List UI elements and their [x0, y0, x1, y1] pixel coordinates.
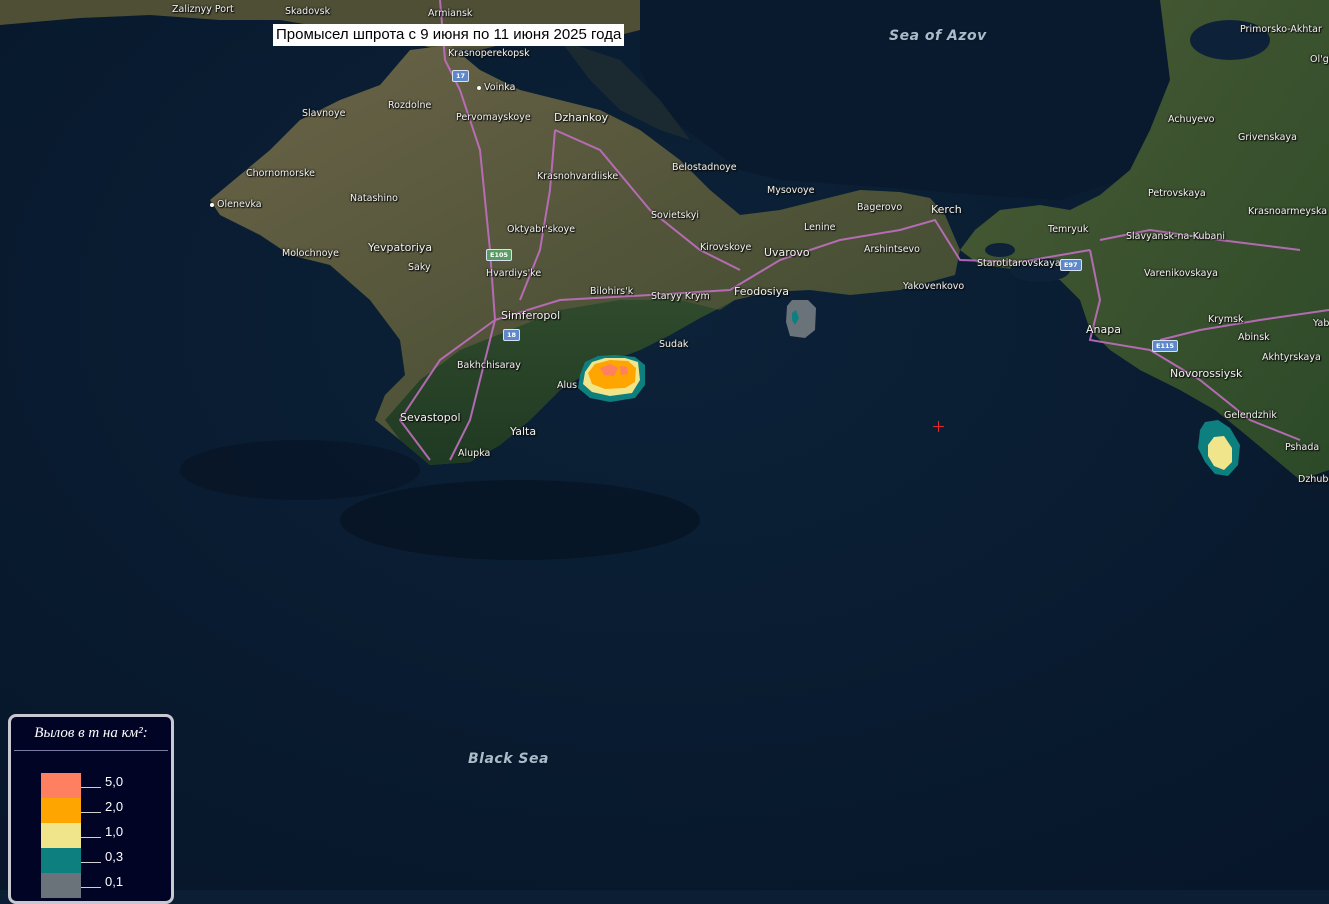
legend-swatch	[41, 848, 81, 873]
place-oktyabrskoye: Oktyabr'skoye	[507, 224, 576, 235]
legend-item: 0,1	[41, 873, 161, 898]
place-abinsk: Abinsk	[1238, 332, 1270, 343]
legend-label: 2,0	[105, 799, 124, 814]
road-shield-18: 18	[503, 329, 521, 341]
sea-label-azov: Sea of Azov	[889, 28, 987, 44]
place-arshintsevo: Arshintsevo	[864, 244, 920, 255]
place-pshada: Pshada	[1285, 442, 1320, 453]
place-uvarovo: Uvarovo	[764, 246, 810, 259]
place-achuyevo: Achuyevo	[1168, 114, 1215, 125]
place-chornomorske: Chornomorske	[246, 168, 315, 179]
place-dzhubga: Dzhubg	[1298, 474, 1329, 485]
road-shield-e105: E105	[486, 249, 513, 261]
place-simferopol: Simferopol	[501, 309, 561, 322]
place-kerch: Kerch	[931, 203, 962, 216]
place-yevpatoriya: Yevpatoriya	[368, 241, 433, 254]
place-belostadnoye: Belostadnoye	[672, 162, 737, 173]
catch-zone-feodosiya	[786, 300, 816, 338]
taman-lagoon	[985, 243, 1015, 257]
place-kirovskoye: Kirovskoye	[700, 242, 752, 253]
place-mysovoye: Mysovoye	[767, 185, 815, 196]
place-olenevka: Olenevka	[210, 199, 262, 210]
place-krasnoperekopsk: Krasnoperekopsk	[448, 48, 530, 59]
legend-divider	[81, 837, 101, 838]
legend-divider	[81, 862, 101, 863]
legend-label: 1,0	[105, 824, 124, 839]
legend-swatch	[41, 873, 81, 898]
place-natashino: Natashino	[350, 193, 398, 204]
catch-zone-alushta	[578, 355, 645, 402]
place-pervomayskoye: Pervomayskoye	[456, 112, 531, 123]
place-molochnoye: Molochnoye	[282, 248, 340, 259]
map-title: Промысел шпрота с 9 июня по 11 июня 2025…	[273, 24, 625, 46]
map-canvas[interactable]	[0, 0, 1329, 890]
place-primorsko-akhtarsk: Primorsko-Akhtar	[1240, 24, 1322, 35]
road-shield-17: 17	[452, 70, 470, 82]
legend-item: 0,3	[41, 848, 161, 873]
place-bilohirsk: Bilohirs'k	[590, 286, 634, 297]
place-novorossiysk: Novorossiysk	[1170, 367, 1243, 380]
road-shield-e115: E115	[1152, 340, 1179, 352]
crosshair-icon	[933, 421, 944, 432]
legend-item: 1,0	[41, 823, 161, 848]
place-zaliznyy-port: Zaliznyy Port	[172, 4, 234, 15]
place-sevastopol: Sevastopol	[400, 411, 461, 424]
place-yakovenkovo: Yakovenkovo	[903, 281, 965, 292]
legend-title: Вылов в т на км²:	[14, 717, 168, 751]
place-alushta: Alus	[557, 380, 578, 391]
place-slavyansk-na-kubani: Slavyansk-na-Kubani	[1126, 231, 1226, 242]
place-krasnohvardiiske: Krasnohvardiiske	[537, 171, 619, 182]
place-petrovskaya: Petrovskaya	[1148, 188, 1206, 199]
place-akhtyrskaya: Akhtyrskaya	[1262, 352, 1321, 363]
place-temryuk: Temryuk	[1048, 224, 1089, 235]
place-bagerovo: Bagerovo	[857, 202, 903, 213]
place-rozdolne: Rozdolne	[388, 100, 432, 111]
place-anapa: Anapa	[1086, 323, 1121, 336]
legend-item: 5,0	[41, 773, 161, 798]
legend-divider	[81, 787, 101, 788]
legend-divider	[81, 812, 101, 813]
place-yab: Yab	[1313, 318, 1329, 329]
place-varenikovskaya: Varenikovskaya	[1144, 268, 1218, 279]
place-grivenskaya: Grivenskaya	[1238, 132, 1297, 143]
legend-swatch	[41, 823, 81, 848]
place-sovietskyi: Sovietskyi	[651, 210, 700, 221]
place-krasnoarmeyskaya: Krasnoarmeyska	[1248, 206, 1328, 217]
legend-swatch	[41, 773, 81, 798]
legend-label: 0,3	[105, 849, 124, 864]
legend-divider	[81, 887, 101, 888]
legend-label: 5,0	[105, 774, 124, 789]
legend-label: 0,1	[105, 874, 124, 889]
legend-item: 2,0	[41, 798, 161, 823]
place-hvardiyske: Hvardiys'ke	[486, 268, 542, 279]
legend-panel: Вылов в т на км²: 5,0 2,0 1,0 0,3 0,1	[8, 714, 174, 904]
place-feodosiya: Feodosiya	[734, 285, 789, 298]
place-yalta: Yalta	[510, 425, 537, 438]
place-voinka: Voinka	[476, 82, 516, 93]
place-staryy-krym: Staryy Krym	[651, 291, 710, 302]
place-sudak: Sudak	[659, 339, 689, 350]
place-skadovsk: Skadovsk	[285, 6, 331, 17]
place-krymsk: Krymsk	[1208, 314, 1244, 325]
place-olgi: Ol'gi	[1310, 54, 1329, 65]
road-shield-e97: E97	[1060, 259, 1082, 271]
sea-label-black: Black Sea	[468, 751, 549, 767]
place-bakhchisaray: Bakhchisaray	[457, 360, 521, 371]
deep-sea-shade	[180, 440, 420, 500]
legend-swatch	[41, 798, 81, 823]
place-slavnoye: Slavnoye	[302, 108, 346, 119]
place-saky: Saky	[408, 262, 431, 273]
place-gelendzhik: Gelendzhik	[1224, 410, 1277, 421]
place-lenine: Lenine	[804, 222, 836, 233]
place-starotitarovskaya: Starotitarovskaya	[977, 258, 1061, 269]
place-alupka: Alupka	[458, 448, 491, 459]
place-armiansk: Armiansk	[428, 8, 473, 19]
place-dzhankoy: Dzhankoy	[554, 111, 609, 124]
deep-sea-shade	[340, 480, 700, 560]
